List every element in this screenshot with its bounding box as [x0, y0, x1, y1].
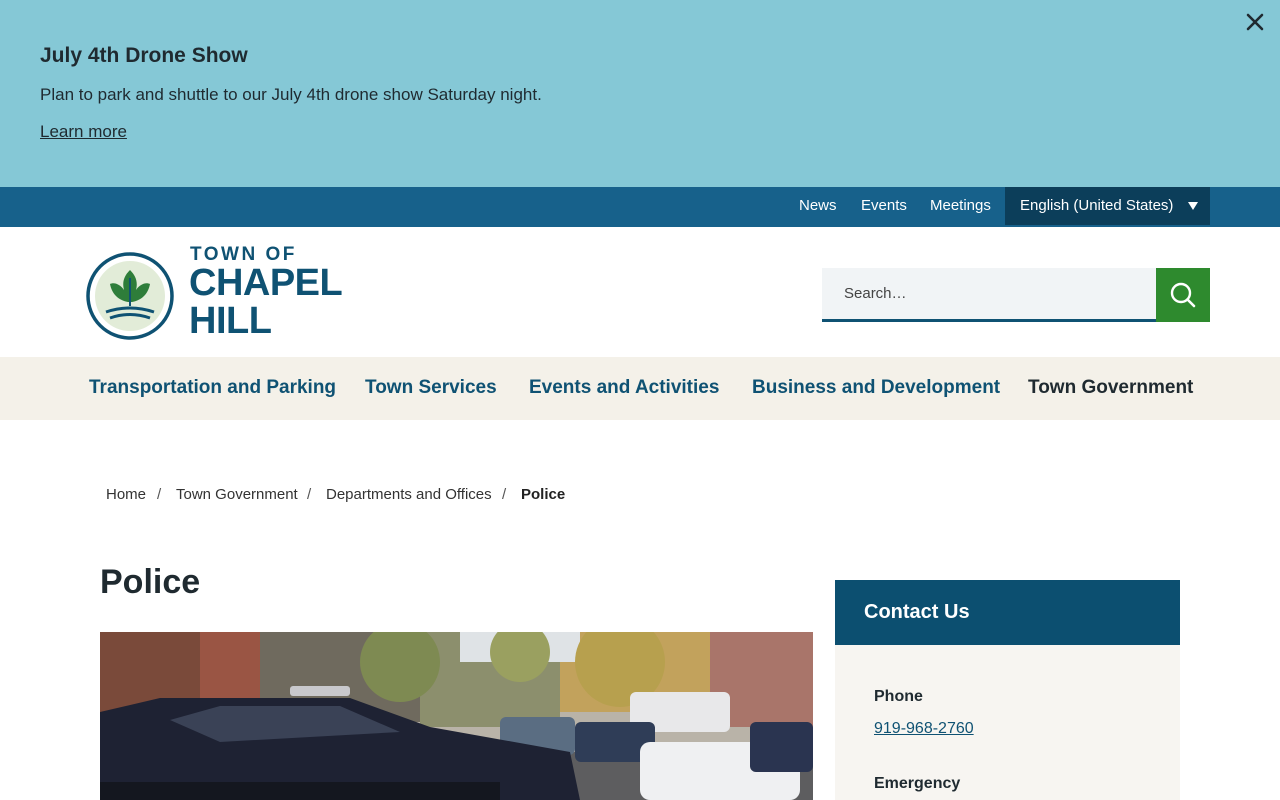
contact-card-header: Contact Us [835, 580, 1180, 645]
alert-banner: July 4th Drone Show Plan to park and shu… [0, 0, 1280, 187]
nav-item-transportation-and-parking[interactable]: Transportation and Parking [89, 377, 336, 399]
language-select[interactable]: English (United States) [1005, 187, 1210, 225]
utility-link-meetings[interactable]: Meetings [930, 197, 991, 214]
contact-phone-label: Phone [874, 688, 923, 705]
search-icon [1170, 282, 1196, 308]
tree-emblem-icon [86, 252, 174, 340]
main-navigation: Transportation and Parking Town Services… [0, 357, 1280, 420]
breadcrumb-separator: / [157, 486, 162, 503]
nav-item-events-and-activities[interactable]: Events and Activities [529, 377, 719, 399]
nav-item-town-government[interactable]: Town Government [1028, 377, 1193, 399]
nav-item-town-services[interactable]: Town Services [365, 377, 497, 399]
logo-text-hill: HILL [189, 300, 272, 342]
breadcrumb-home[interactable]: Home [106, 486, 146, 503]
breadcrumb-town-government[interactable]: Town Government [176, 486, 298, 503]
utility-link-news[interactable]: News [799, 197, 837, 214]
utility-link-events[interactable]: Events [861, 197, 907, 214]
hero-image [100, 632, 813, 800]
contact-phone-link[interactable]: 919-968-2760 [874, 720, 974, 738]
close-icon[interactable] [1243, 10, 1267, 34]
search-box [822, 268, 1156, 322]
search-button[interactable] [1156, 268, 1210, 322]
logo-text-chapel: CHAPEL [189, 262, 343, 304]
breadcrumb-departments-and-offices[interactable]: Departments and Offices [326, 486, 492, 503]
caret-down-icon [1188, 202, 1198, 210]
contact-card-title: Contact Us [864, 601, 970, 623]
search-input[interactable] [822, 268, 1156, 319]
contact-card-body: Phone 919-968-2760 Emergency [835, 645, 1180, 800]
page-title: Police [100, 563, 201, 601]
breadcrumb-separator: / [502, 486, 507, 503]
alert-title: July 4th Drone Show [40, 44, 248, 67]
breadcrumb-current: Police [521, 486, 566, 503]
language-select-value: English (United States) [1020, 197, 1174, 214]
alert-learn-more-link[interactable]: Learn more [40, 122, 127, 142]
utility-bar: News Events Meetings English (United Sta… [0, 187, 1280, 227]
contact-emergency-label: Emergency [874, 775, 961, 792]
site-logo[interactable]: TOWN OF CHAPEL HILL [86, 244, 343, 344]
breadcrumb-separator: / [307, 486, 312, 503]
nav-item-business-and-development[interactable]: Business and Development [752, 377, 1000, 399]
alert-text: Plan to park and shuttle to our July 4th… [40, 85, 542, 104]
